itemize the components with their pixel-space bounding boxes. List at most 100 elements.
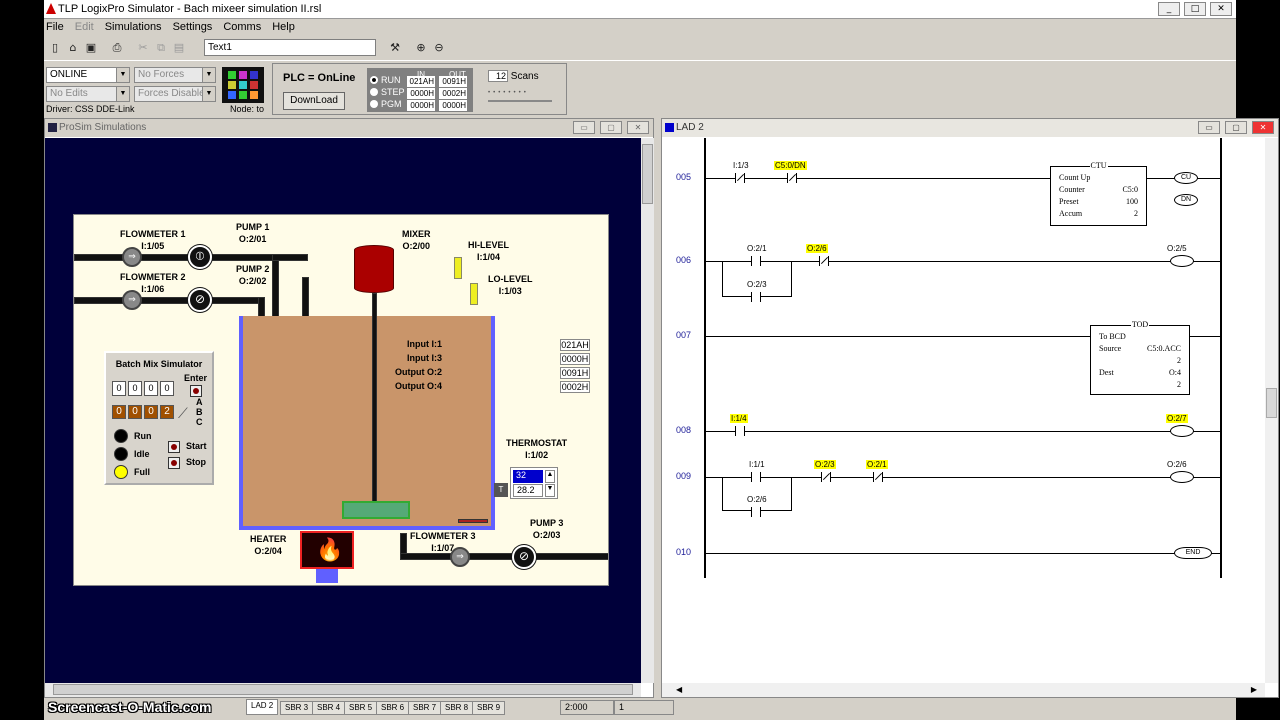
output-coil[interactable] <box>1170 425 1194 437</box>
open-folder-icon[interactable]: ⌂ <box>64 39 82 56</box>
mode-pgm-radio[interactable]: PGM <box>369 99 402 109</box>
lad-horizontal-scrollbar[interactable]: ◀ ▶ <box>662 683 1265 697</box>
enter-button[interactable] <box>190 385 202 397</box>
spin-up-icon[interactable]: ▲ <box>545 470 555 483</box>
mode-run-radio[interactable]: RUN <box>369 75 401 85</box>
heater-flame-icon[interactable]: 🔥 <box>300 531 354 569</box>
restore-button[interactable]: ▢ <box>600 121 622 134</box>
new-file-icon[interactable]: ▯ <box>46 39 64 56</box>
save-icon[interactable]: ▣ <box>82 39 100 56</box>
restore-button[interactable]: ▢ <box>1225 121 1247 134</box>
pump-1-label: PUMP 1 O:2/01 <box>236 222 270 244</box>
pump-3-icon[interactable]: ⊘ <box>512 545 536 569</box>
output-coil[interactable] <box>1170 471 1194 483</box>
cu-output[interactable]: CU <box>1174 172 1198 184</box>
close-button[interactable]: ✕ <box>1210 2 1232 16</box>
contact-nc[interactable] <box>782 172 802 184</box>
tab-sbr3[interactable]: SBR 3 <box>280 701 314 715</box>
menu-help[interactable]: Help <box>272 19 295 36</box>
scroll-left-icon[interactable]: ◀ <box>676 685 682 694</box>
tab-lad2[interactable]: LAD 2 <box>246 699 279 715</box>
forces-combo[interactable]: No Forces ▼ <box>134 67 216 83</box>
dn-output[interactable]: DN <box>1174 194 1198 206</box>
thumbwheel-digit[interactable]: 0 <box>128 381 142 396</box>
ctu-block[interactable]: CTU Count Up Counter C5:0 Preset 100 Accum… <box>1050 161 1147 226</box>
pump-1-icon[interactable]: ⦶ <box>188 245 212 269</box>
tab-sbr9[interactable]: SBR 9 <box>472 701 506 715</box>
mode-combo[interactable]: ONLINE ▼ <box>46 67 130 83</box>
menu-simulations[interactable]: Simulations <box>105 19 162 36</box>
selector-c[interactable]: C <box>196 417 203 427</box>
selector-switch-icon[interactable]: ⟋ <box>178 405 188 422</box>
tab-sbr4[interactable]: SBR 4 <box>312 701 346 715</box>
full-lamp <box>114 465 128 479</box>
contact-no[interactable] <box>746 506 766 518</box>
contact-no[interactable] <box>746 291 766 303</box>
spin-down-icon[interactable]: ▼ <box>545 484 555 497</box>
copy-icon[interactable]: ⧉ <box>152 39 170 56</box>
print-icon[interactable]: ⎙ <box>108 39 126 56</box>
stop-button[interactable] <box>168 457 180 469</box>
menu-comms[interactable]: Comms <box>223 19 261 36</box>
contact-nc[interactable] <box>814 255 834 267</box>
prosim-horizontal-scrollbar[interactable] <box>45 683 641 697</box>
close-button[interactable]: ✕ <box>1252 121 1274 134</box>
tab-sbr5[interactable]: SBR 5 <box>344 701 378 715</box>
contact-nc[interactable] <box>816 471 836 483</box>
scroll-thumb[interactable] <box>642 144 653 204</box>
maximize-button[interactable]: □ <box>1184 2 1206 16</box>
paste-icon[interactable]: ▤ <box>170 39 188 56</box>
minimize-button[interactable]: _ <box>1158 2 1180 16</box>
scans-control[interactable]: 12 Scans <box>488 70 539 82</box>
scan-speed-slider[interactable] <box>488 100 552 102</box>
menu-file[interactable]: File <box>46 19 64 36</box>
cut-icon[interactable]: ✂ <box>134 39 152 56</box>
close-button[interactable]: ✕ <box>627 121 649 134</box>
tod-block[interactable]: TOD To BCD Source C5:0.ACC 2 Dest O:4 2 <box>1090 320 1190 395</box>
minimize-button[interactable]: ▭ <box>1198 121 1220 134</box>
tab-sbr6[interactable]: SBR 6 <box>376 701 410 715</box>
zoom-out-icon[interactable]: ⊖ <box>430 39 448 56</box>
zoom-in-icon[interactable]: ⊕ <box>412 39 430 56</box>
contact-tag: I:1/4 <box>730 414 748 423</box>
lad-vertical-scrollbar[interactable] <box>1265 138 1278 683</box>
menu-settings[interactable]: Settings <box>173 19 213 36</box>
thumbwheel-digit[interactable]: 0 <box>112 381 126 396</box>
minimize-button[interactable]: ▭ <box>573 121 595 134</box>
contact-nc[interactable] <box>868 471 888 483</box>
thumbwheel-digit[interactable]: 0 <box>160 381 174 396</box>
mode-step-radio[interactable]: STEP <box>369 87 405 97</box>
ctu-title: CTU <box>1089 161 1108 170</box>
selector-b[interactable]: B <box>196 407 203 417</box>
tab-sbr8[interactable]: SBR 8 <box>440 701 474 715</box>
text-field[interactable]: Text1 <box>204 39 376 56</box>
logixpro-logo-icon[interactable] <box>222 67 264 103</box>
scroll-right-icon[interactable]: ▶ <box>1251 685 1257 694</box>
contact-nc[interactable] <box>730 172 750 184</box>
edits-combo-value: No Edits <box>50 88 88 99</box>
scans-value[interactable]: 12 <box>488 70 508 82</box>
menu-edit[interactable]: Edit <box>75 19 94 36</box>
forces-disabled-combo[interactable]: Forces Disabled ▼ <box>134 86 216 102</box>
ctu-accum: 2 <box>1134 209 1138 218</box>
selector-a[interactable]: A <box>196 397 203 407</box>
output-coil[interactable] <box>1170 255 1194 267</box>
flowmeter-3-label: FLOWMETER 3 I:1/07 <box>410 531 476 553</box>
thermostat-control[interactable]: 32 28.2 ▲ ▼ <box>510 467 558 499</box>
contact-tag: O:2/6 <box>806 244 828 253</box>
start-button[interactable] <box>168 441 180 453</box>
tools-icon[interactable]: ⚒ <box>386 39 404 56</box>
scroll-thumb[interactable] <box>1266 388 1277 418</box>
scroll-thumb[interactable] <box>53 684 633 695</box>
edits-combo[interactable]: No Edits ▼ <box>46 86 130 102</box>
contact-no[interactable] <box>730 425 750 437</box>
pump-2-icon[interactable]: ⊘ <box>188 288 212 312</box>
prosim-vertical-scrollbar[interactable] <box>641 138 654 683</box>
tab-sbr7[interactable]: SBR 7 <box>408 701 442 715</box>
mixer-motor-icon[interactable] <box>354 245 394 293</box>
ladder-editor[interactable]: 005 I:1/3 C5:0/DN CTU Count Up Counter C5… <box>662 138 1265 683</box>
thermostat-setpoint[interactable]: 32 <box>513 470 543 483</box>
thumbwheel-digit[interactable]: 0 <box>144 381 158 396</box>
download-button[interactable]: DownLoad <box>283 92 345 110</box>
end-instruction[interactable]: END <box>1174 547 1212 559</box>
